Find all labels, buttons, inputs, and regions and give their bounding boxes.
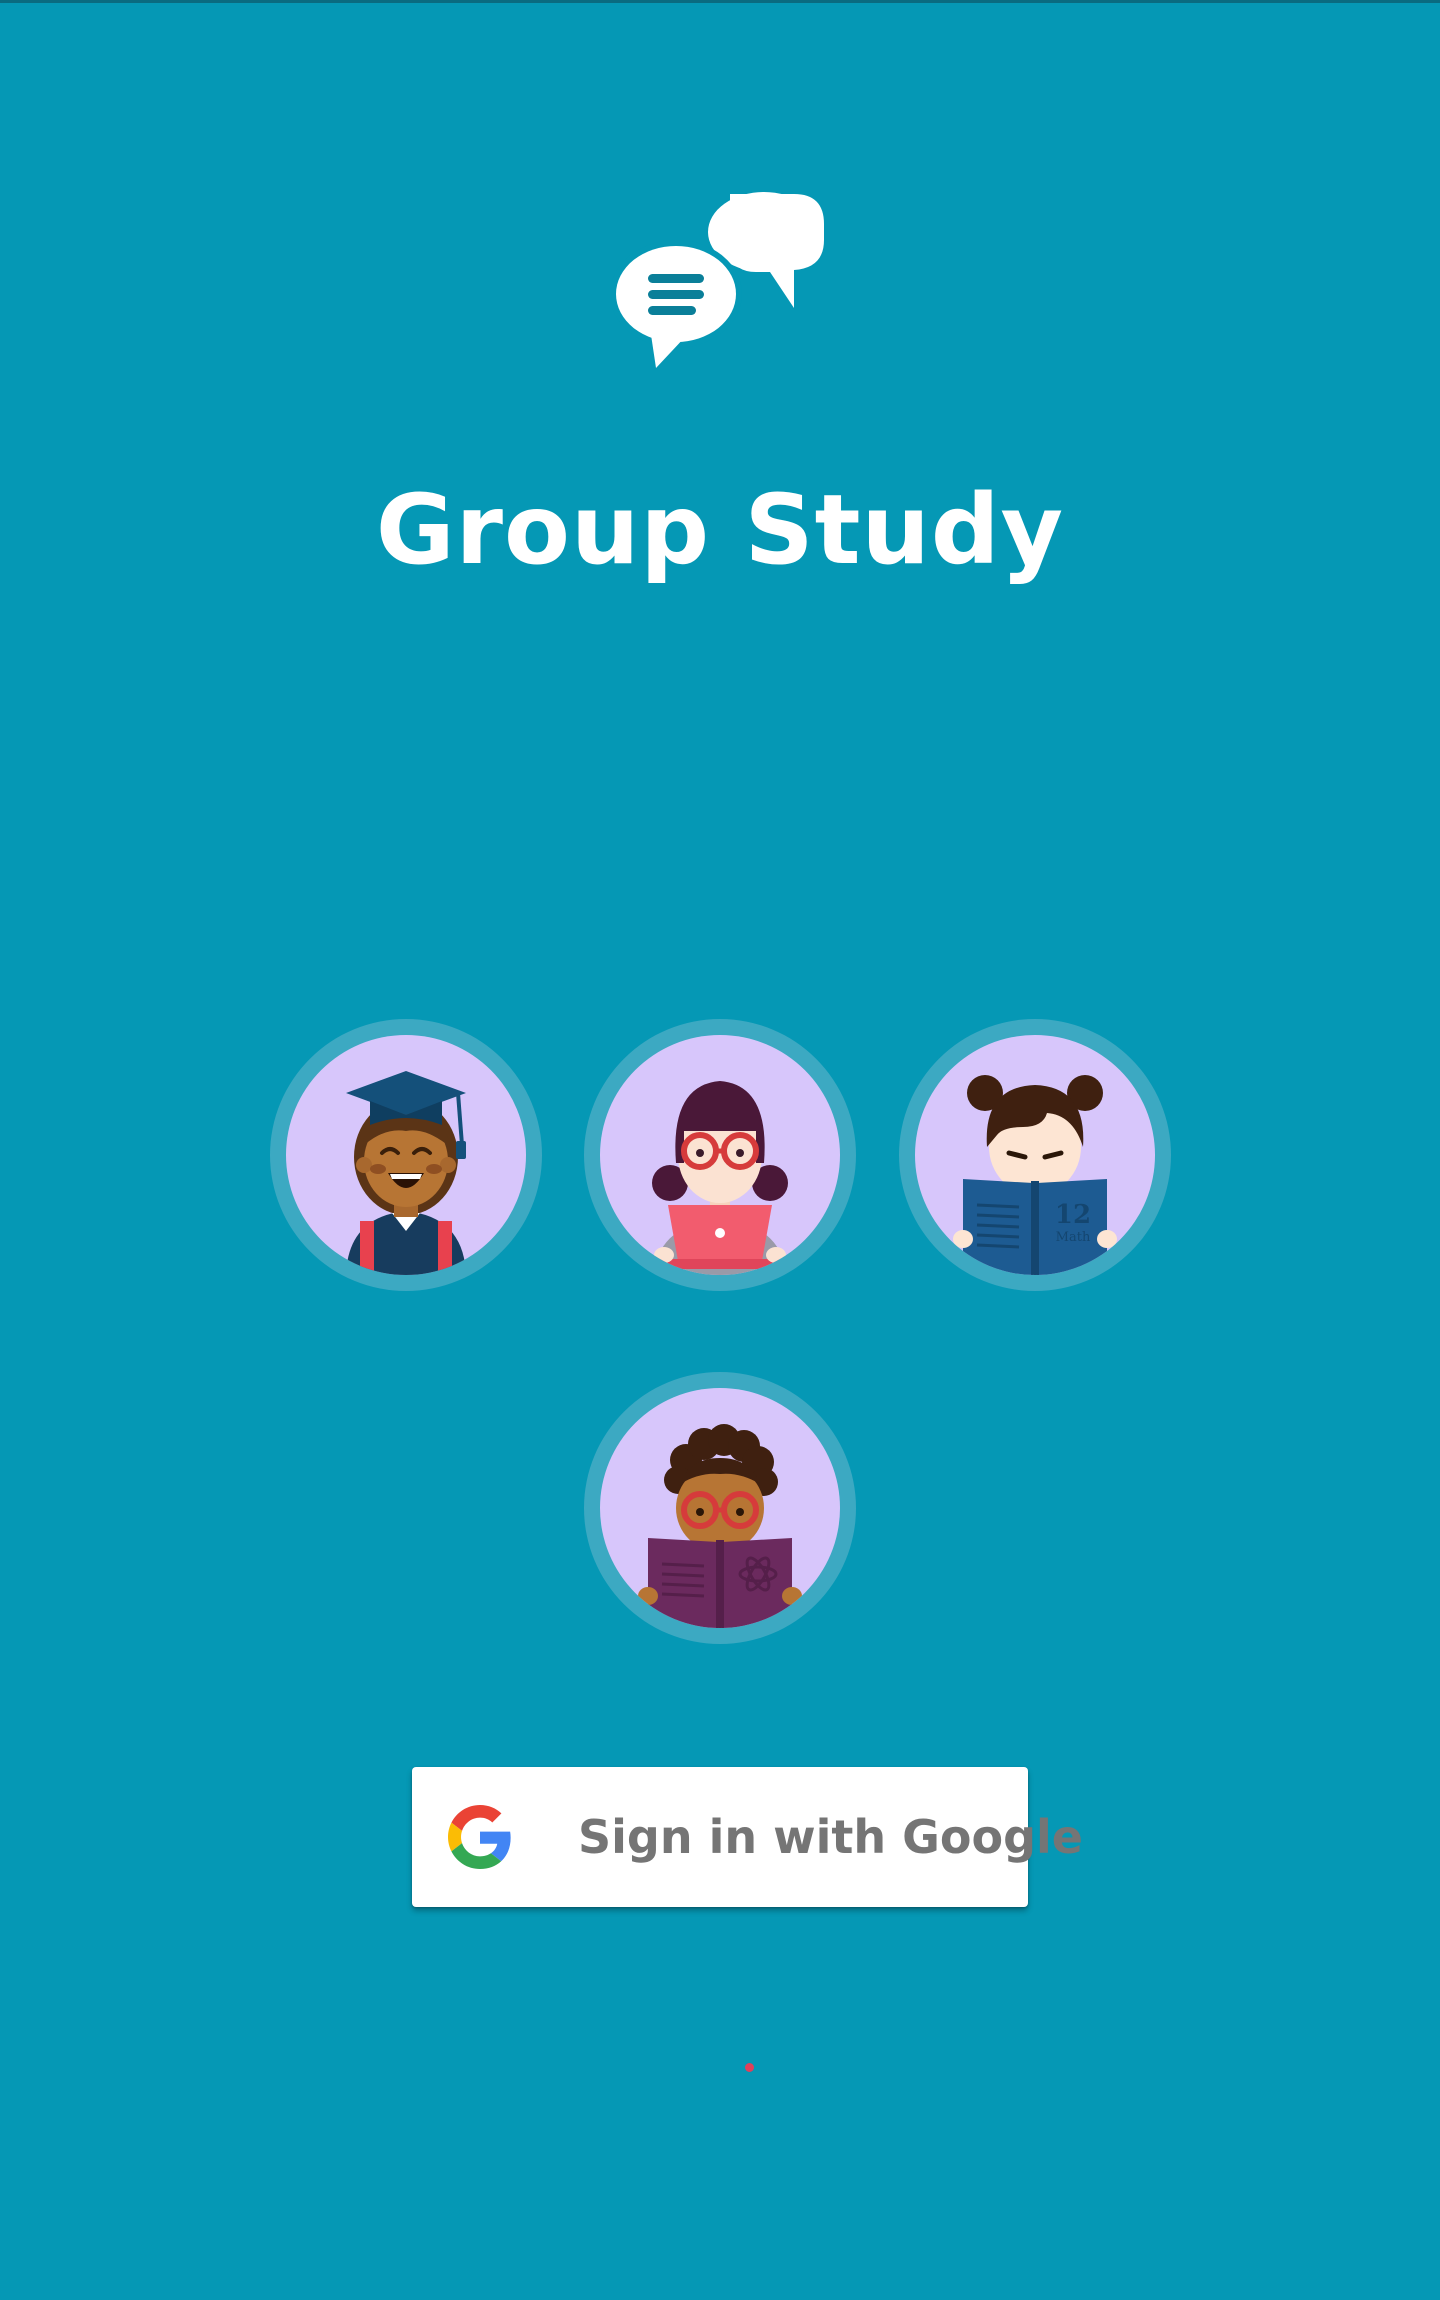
- math-book-girl-icon: 12 Math: [953, 1075, 1117, 1275]
- book-subject-label: Math: [1056, 1230, 1091, 1245]
- signin-label: Sign in with Google: [578, 1810, 1083, 1864]
- laptop-girl-icon: [652, 1081, 788, 1275]
- book-number-label: 12: [1055, 1200, 1091, 1230]
- chat-bubbles-icon: [612, 192, 824, 368]
- science-book-boy-icon: [638, 1424, 802, 1628]
- math-book-student-avatar[interactable]: 12 Math: [899, 1019, 1171, 1291]
- google-signin-button[interactable]: Sign in with Google: [412, 1767, 1083, 1907]
- app-title: Group Study: [375, 474, 1065, 586]
- indicator-dot: [745, 2063, 754, 2072]
- laptop-student-avatar[interactable]: [584, 1019, 856, 1291]
- status-bar-edge: [0, 0, 1440, 3]
- google-g-icon: [448, 1805, 511, 1869]
- graduate-student-avatar[interactable]: [270, 1019, 542, 1291]
- science-book-student-avatar[interactable]: [584, 1372, 856, 1644]
- graduate-icon: [346, 1071, 466, 1275]
